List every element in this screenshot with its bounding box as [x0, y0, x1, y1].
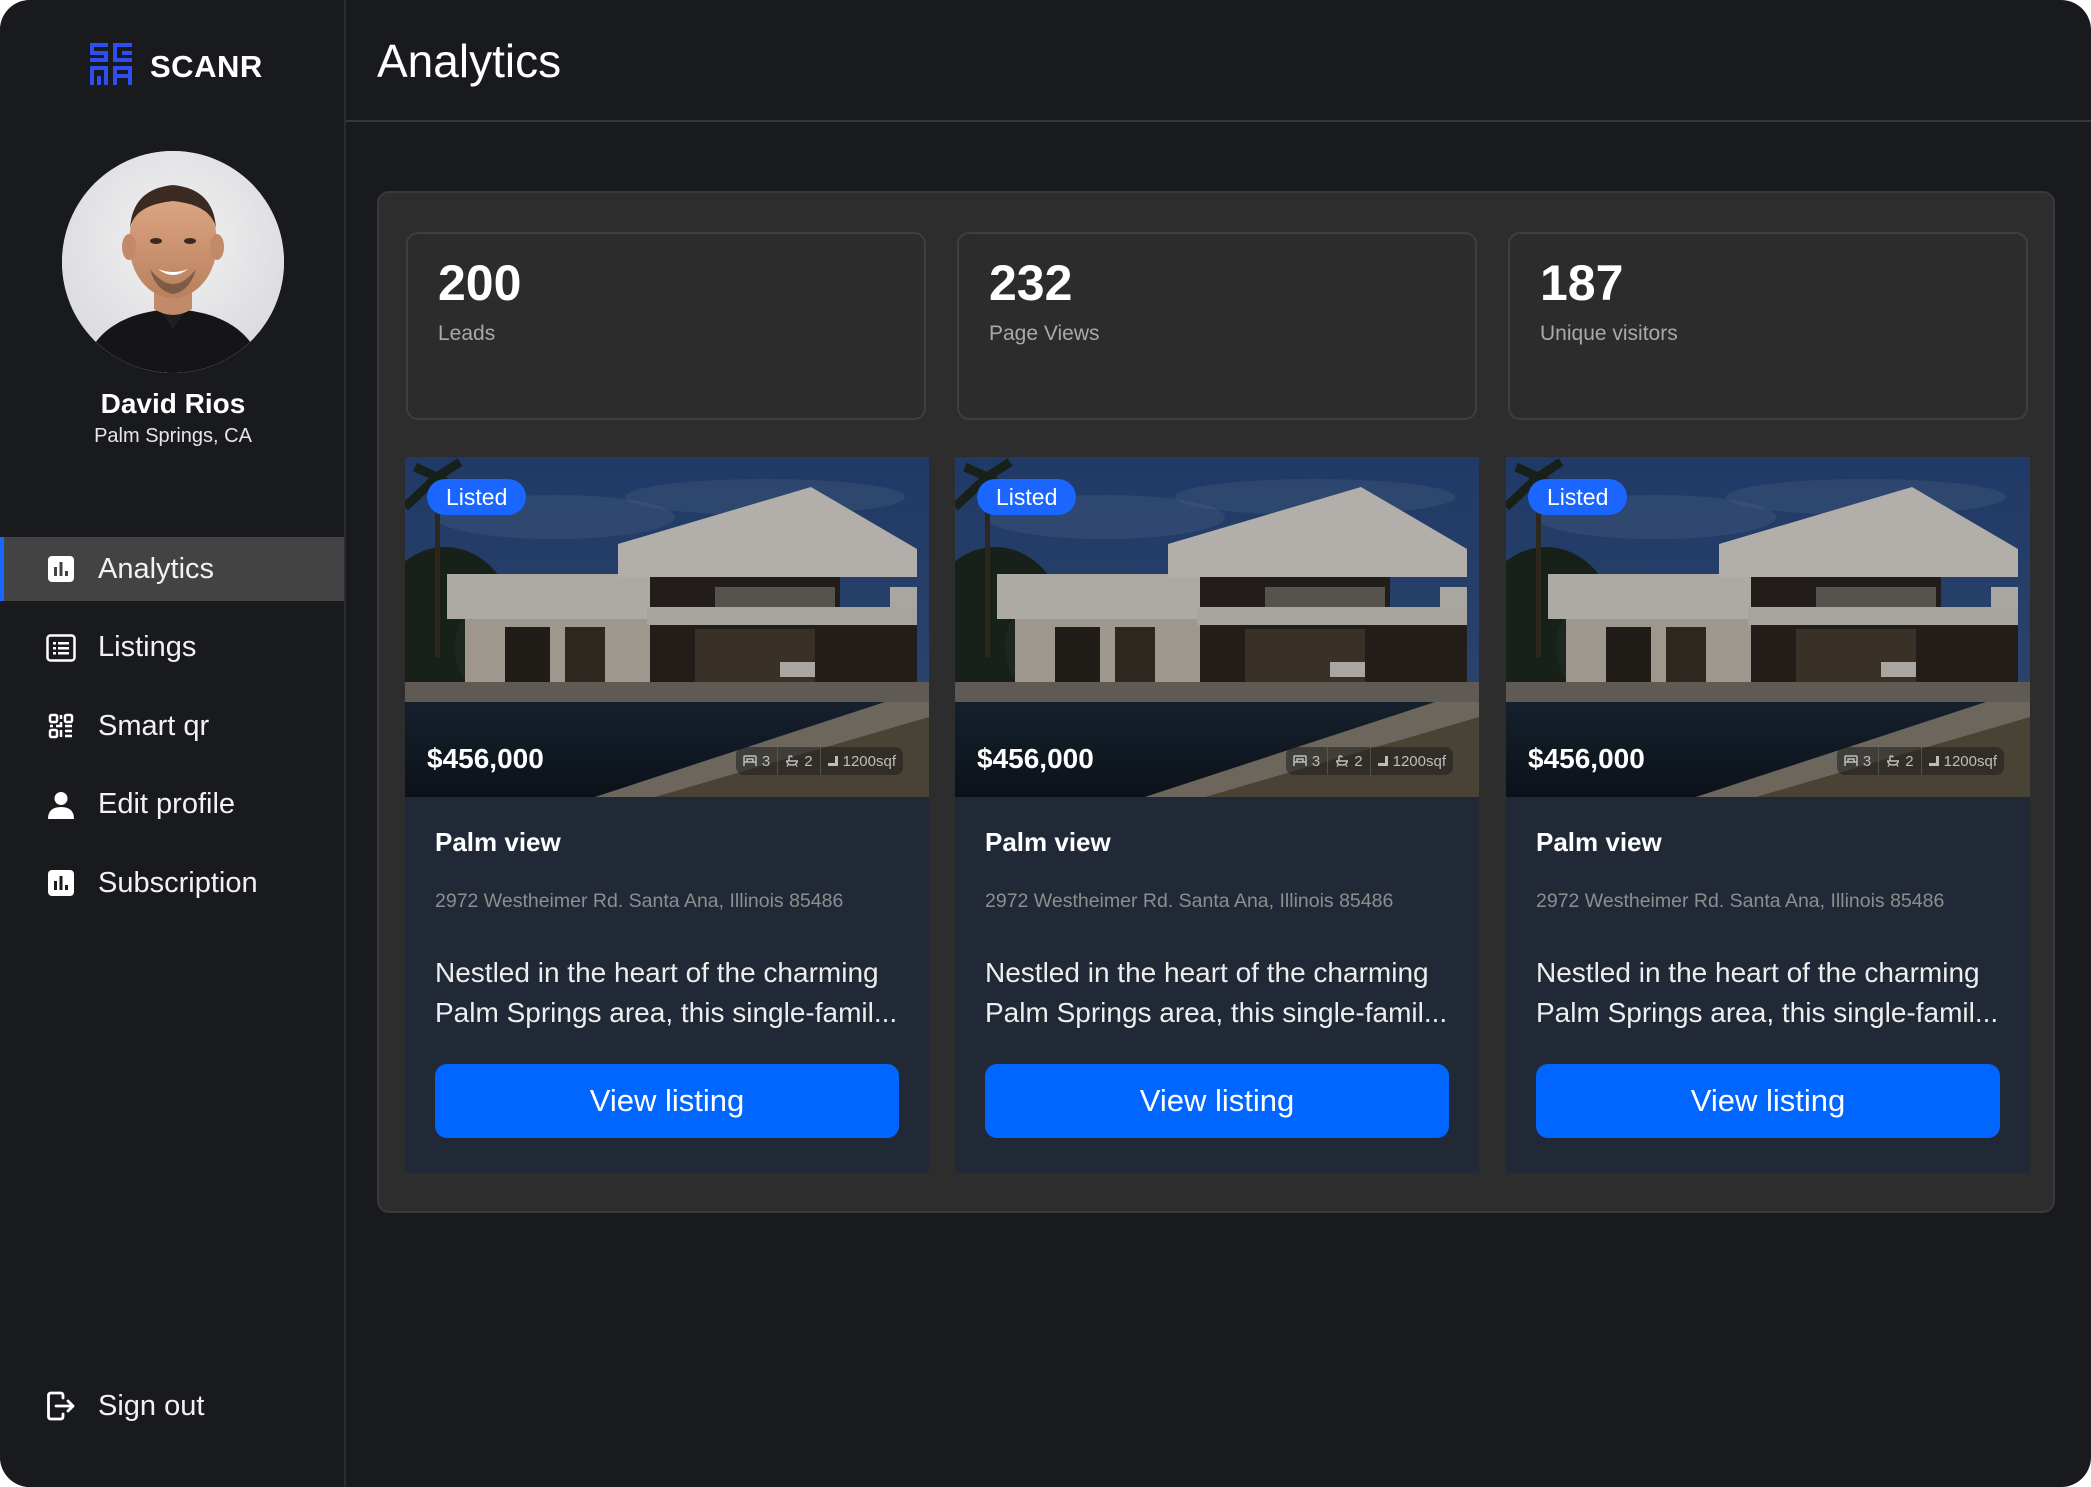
bed-icon [1844, 755, 1858, 766]
app-window: SCANR David Rios Palm Springs, CA Analyt… [0, 0, 2091, 1487]
listing-price: $456,000 [1528, 743, 1645, 774]
listing-description: Nestled in the heart of the charming Pal… [435, 953, 905, 1033]
status-badge: Listed [427, 479, 527, 515]
sidebar-item-listings[interactable]: Listings [0, 616, 344, 680]
area-spec: 1200sqf [819, 747, 903, 775]
beds-spec: 3 [1837, 747, 1878, 775]
view-listing-button[interactable]: View listing [985, 1064, 1449, 1138]
brand-name: SCANR [150, 48, 263, 84]
bed-icon [743, 755, 757, 766]
listing-address: 2972 Westheimer Rd. Santa Ana, Illinois … [985, 890, 1394, 912]
sidebar-item-label: Smart qr [98, 709, 210, 742]
bar-chart-icon [46, 868, 76, 898]
description-line: Palm Springs area, this single-famil... [985, 997, 1448, 1028]
avatar[interactable] [62, 151, 284, 373]
list-icon [46, 633, 76, 663]
sidebar-item-smart-qr[interactable]: Smart qr [0, 694, 344, 758]
listing-photo[interactable]: Listed $456,000 3 2 1200sqf [955, 457, 1479, 797]
status-badge: Listed [1528, 479, 1628, 515]
baths-spec: 2 [777, 747, 819, 775]
listing-card: Listed $456,000 3 2 1200sqf Palm view 29… [1506, 457, 2030, 1173]
bathtub-icon [1336, 755, 1349, 767]
listing-price: $456,000 [977, 743, 1094, 774]
stat-card-page-views: 232 Page Views [957, 232, 1477, 420]
stat-value: 232 [989, 255, 1073, 311]
listing-specs: 3 2 1200sqf [1285, 747, 1453, 775]
listing-specs: 3 2 1200sqf [1836, 747, 2004, 775]
area-spec: 1200sqf [1920, 747, 2004, 775]
beds-count: 3 [1862, 752, 1872, 770]
baths-spec: 2 [1878, 747, 1920, 775]
view-listing-button[interactable]: View listing [435, 1064, 899, 1138]
stat-card-unique-visitors: 187 Unique visitors [1508, 232, 2028, 420]
page-header: Analytics [346, 0, 2091, 122]
beds-spec: 3 [736, 747, 777, 775]
listing-photo[interactable]: Listed $456,000 3 2 1200sqf [1506, 457, 2030, 797]
user-name: David Rios [100, 388, 246, 419]
description-line: Palm Springs area, this single-famil... [1536, 997, 1999, 1028]
sidebar-item-label: Edit profile [98, 788, 236, 820]
stat-value: 200 [438, 255, 522, 311]
stat-label: Leads [438, 322, 496, 345]
sign-out-button[interactable]: Sign out [0, 1374, 344, 1438]
sidebar-item-subscription[interactable]: Subscription [0, 851, 344, 915]
baths-count: 2 [1354, 752, 1363, 770]
area-value: 1200sqf [842, 752, 896, 770]
listing-description: Nestled in the heart of the charming Pal… [1536, 953, 2006, 1033]
area-icon [1928, 756, 1939, 766]
baths-count: 2 [804, 752, 813, 770]
description-line: Nestled in the heart of the charming [1536, 957, 1980, 988]
area-value: 1200sqf [1392, 752, 1446, 770]
sign-out-label: Sign out [98, 1389, 205, 1422]
sidebar: SCANR David Rios Palm Springs, CA Analyt… [0, 0, 346, 1487]
beds-count: 3 [1311, 752, 1321, 770]
view-listing-button[interactable]: View listing [1536, 1064, 2000, 1138]
listing-price: $456,000 [427, 743, 544, 774]
area-spec: 1200sqf [1369, 747, 1453, 775]
sidebar-item-edit-profile[interactable]: Edit profile [0, 773, 344, 837]
scanr-logo-icon [90, 43, 132, 90]
area-value: 1200sqf [1943, 752, 1997, 770]
baths-count: 2 [1905, 752, 1914, 770]
user-icon [46, 790, 76, 820]
listing-address: 2972 Westheimer Rd. Santa Ana, Illinois … [435, 890, 844, 912]
description-line: Palm Springs area, this single-famil... [435, 997, 898, 1028]
brand-logo[interactable]: SCANR [90, 43, 263, 90]
bathtub-icon [1887, 755, 1900, 767]
area-icon [827, 756, 838, 766]
listing-specs: 3 2 1200sqf [735, 747, 903, 775]
sidebar-item-label: Listings [98, 631, 197, 663]
bathtub-icon [786, 755, 799, 767]
description-line: Nestled in the heart of the charming [985, 957, 1429, 988]
baths-spec: 2 [1327, 747, 1369, 775]
listing-address: 2972 Westheimer Rd. Santa Ana, Illinois … [1536, 890, 1945, 912]
description-line: Nestled in the heart of the charming [435, 957, 879, 988]
bar-chart-icon [46, 554, 76, 584]
bed-icon [1293, 755, 1307, 766]
sign-out-icon [46, 1391, 76, 1421]
qr-code-icon [46, 711, 76, 741]
stat-card-leads: 200 Leads [406, 232, 926, 420]
beds-spec: 3 [1286, 747, 1327, 775]
analytics-panel: 200 Leads 232 Page Views 187 Unique visi… [377, 191, 2055, 1213]
listing-title: Palm view [435, 827, 561, 857]
listing-card: Listed $456,000 3 2 1200sqf Palm view 29… [955, 457, 1479, 1173]
area-icon [1377, 756, 1388, 766]
stat-label: Unique visitors [1540, 322, 1678, 345]
listing-description: Nestled in the heart of the charming Pal… [985, 953, 1455, 1033]
user-location: Palm Springs, CA [94, 425, 252, 447]
listing-card: Listed $456,000 3 2 1200sqf Palm view 29… [405, 457, 929, 1173]
listing-photo[interactable]: Listed $456,000 3 2 1200sqf [405, 457, 929, 797]
stat-label: Page Views [989, 322, 1100, 345]
stat-value: 187 [1540, 255, 1624, 311]
sidebar-item-label: Subscription [98, 866, 258, 899]
listing-title: Palm view [985, 827, 1111, 857]
listing-title: Palm view [1536, 827, 1662, 857]
page-title: Analytics [377, 35, 562, 87]
beds-count: 3 [761, 752, 771, 770]
sidebar-nav: Analytics Listings Smart qr Edit profile [0, 537, 344, 930]
sidebar-item-analytics[interactable]: Analytics [0, 537, 344, 601]
status-badge: Listed [977, 479, 1077, 515]
sidebar-item-label: Analytics [98, 552, 215, 585]
